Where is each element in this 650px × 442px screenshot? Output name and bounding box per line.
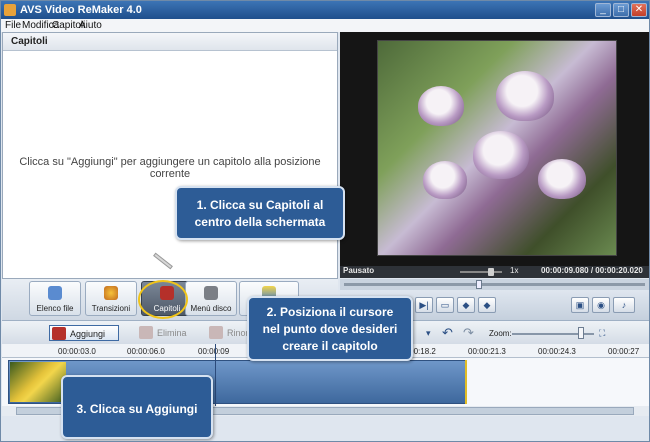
minimize-button[interactable]: _ xyxy=(595,3,611,17)
close-button[interactable]: ✕ xyxy=(631,3,647,17)
window-title: AVS Video ReMaker 4.0 xyxy=(20,4,142,16)
transitions-icon xyxy=(104,286,118,300)
volume-slider[interactable] xyxy=(460,271,502,273)
ruler-tick: 00:00:27 xyxy=(608,347,640,356)
ruler-tick: 00:00:03.0 xyxy=(58,347,96,356)
flower-shape xyxy=(473,131,529,179)
ruler-tick: 00:00:09 xyxy=(198,347,230,356)
playback-time: 00:00:09.080 / 00:00:20.020 xyxy=(541,266,643,275)
chapters-highlight-ring xyxy=(138,280,188,319)
playback-speed: 1x xyxy=(510,266,519,275)
delete-chapter-button[interactable]: Elimina xyxy=(137,325,187,341)
file-list-icon xyxy=(48,286,62,300)
callout-2-line-3: creare il capitolo xyxy=(282,339,378,353)
menu-file[interactable]: File xyxy=(5,20,21,31)
volume-slider-thumb[interactable] xyxy=(488,268,494,276)
play-segment-icon[interactable]: ▭ xyxy=(436,297,454,313)
disc-menu-label: Menù disco xyxy=(190,304,232,313)
rename-chapter-icon xyxy=(209,326,223,339)
callout-step-2: 2. Posiziona il cursore nel punto dove d… xyxy=(247,296,413,361)
app-window: AVS Video ReMaker 4.0 _ □ ✕ File Modific… xyxy=(0,0,650,442)
add-chapter-icon xyxy=(52,327,66,340)
timeline-cursor[interactable] xyxy=(215,344,216,406)
marker-left-icon[interactable]: ◆ xyxy=(457,297,475,313)
volume-icon[interactable]: ♪ xyxy=(613,297,635,313)
callout-2-line-1: 2. Posiziona il cursore xyxy=(266,305,394,319)
seek-bar[interactable] xyxy=(340,279,649,290)
marker-right-icon[interactable]: ◆ xyxy=(478,297,496,313)
flower-shape xyxy=(418,86,464,126)
file-list-label: Elenco file xyxy=(36,304,74,313)
zoom-slider-thumb[interactable] xyxy=(578,327,584,339)
disc-menu-icon xyxy=(204,286,218,300)
undo-icon[interactable]: ↶ xyxy=(442,325,453,341)
delete-chapter-label: Elimina xyxy=(157,328,187,338)
zoom-label: Zoom: xyxy=(489,329,512,338)
menu-aiuto[interactable]: Aiuto xyxy=(79,20,102,31)
next-frame-icon[interactable]: ▶| xyxy=(415,297,433,313)
clip-thumbnail xyxy=(10,362,66,402)
snapshot-icon[interactable]: ◉ xyxy=(592,297,610,313)
callout-1-line-1: 1. Clicca su Capitoli al xyxy=(196,198,324,212)
delete-chapter-icon xyxy=(139,326,153,339)
callout-1-line-2: centro della schermata xyxy=(194,215,326,229)
transitions-button[interactable]: Transizioni xyxy=(85,281,137,316)
ruler-tick: 00:00:24.3 xyxy=(538,347,576,356)
app-icon xyxy=(4,4,16,16)
flower-shape xyxy=(538,159,586,199)
dropdown-arrow-icon[interactable]: ▾ xyxy=(426,325,431,341)
video-preview xyxy=(340,32,649,266)
clip-end-marker xyxy=(465,360,467,404)
playback-status-bar: Pausato 1x 00:00:09.080 / 00:00:20.020 xyxy=(340,266,649,278)
fullscreen-icon[interactable]: ▣ xyxy=(571,297,589,313)
chapters-header-label: Capitoli xyxy=(11,36,48,47)
disc-menu-button[interactable]: Menù disco xyxy=(185,281,237,316)
add-chapter-button[interactable]: Aggiungi xyxy=(49,325,119,341)
callout-3-line-1: 3. Clicca su Aggiungi xyxy=(76,402,198,416)
chapters-panel: Capitoli Clicca su "Aggiungi" per aggiun… xyxy=(2,32,338,279)
playback-status: Pausato xyxy=(343,266,375,275)
file-list-button[interactable]: Elenco file xyxy=(29,281,81,316)
chapters-header: Capitoli xyxy=(3,33,337,51)
flower-shape xyxy=(496,71,554,121)
video-frame xyxy=(377,40,617,256)
callout-2-line-2: nel punto dove desideri xyxy=(262,322,398,336)
transitions-label: Transizioni xyxy=(91,304,131,313)
seek-track[interactable] xyxy=(344,283,645,286)
redo-icon[interactable]: ↷ xyxy=(463,325,474,341)
chapters-hint: Clicca su "Aggiungi" per aggiungere un c… xyxy=(19,156,321,180)
zoom-fit-icon[interactable]: ⛶ xyxy=(599,325,605,341)
menu-bar: File Modifica Capitoli Aiuto xyxy=(1,19,649,32)
maximize-button[interactable]: □ xyxy=(613,3,629,17)
flower-shape xyxy=(423,161,467,199)
ruler-tick: 00:00:06.0 xyxy=(127,347,165,356)
callout-step-3: 3. Clicca su Aggiungi xyxy=(61,375,213,439)
add-chapter-label: Aggiungi xyxy=(70,329,106,339)
callout-step-1: 1. Clicca su Capitoli al centro della sc… xyxy=(175,186,345,240)
ruler-tick: 00:00:21.3 xyxy=(468,347,506,356)
title-bar: AVS Video ReMaker 4.0 _ □ ✕ xyxy=(1,1,649,19)
seek-knob[interactable] xyxy=(476,280,482,289)
